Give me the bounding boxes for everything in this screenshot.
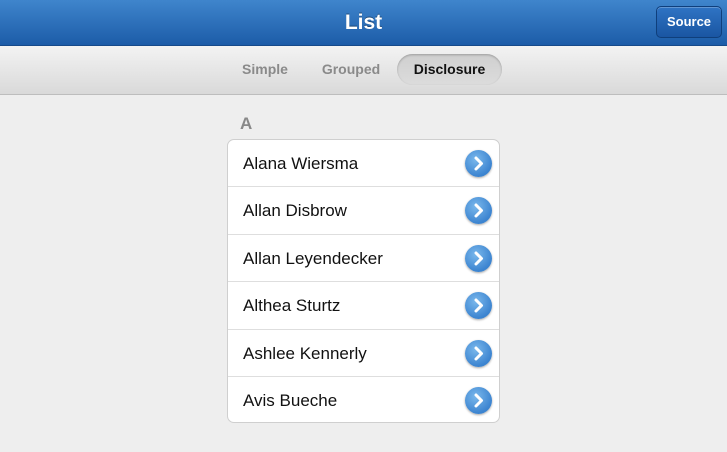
list-item-label: Althea Sturtz <box>243 296 341 316</box>
list-item-label: Alana Wiersma <box>243 154 359 173</box>
disclosure-chevron-icon[interactable] <box>465 244 492 272</box>
tab-simple[interactable]: Simple <box>230 54 300 85</box>
tab-disclosure[interactable]: Disclosure <box>397 54 502 85</box>
list-item[interactable]: Althea Sturtz <box>228 282 499 330</box>
section-header: A <box>240 114 253 133</box>
list-item[interactable]: Allan Leyendecker <box>228 235 499 283</box>
tab-grouped[interactable]: Grouped <box>310 54 392 85</box>
title-bar: List Source <box>0 0 727 46</box>
list-item-label: Allan Leyendecker <box>243 248 383 268</box>
list-item[interactable]: Alana Wiersma <box>228 140 499 188</box>
source-button[interactable]: Source <box>656 6 722 38</box>
disclosure-chevron-icon[interactable] <box>465 150 492 177</box>
disclosure-list: Alana Wiersma Allan Disbrow Allan Leyend… <box>227 139 500 423</box>
segmented-control: Simple Grouped Disclosure <box>0 46 727 95</box>
disclosure-chevron-icon[interactable] <box>465 197 492 225</box>
list-item-label: Allan Disbrow <box>243 201 347 221</box>
list-item-label: Avis Bueche <box>243 390 338 410</box>
list-item[interactable]: Ashlee Kennerly <box>228 330 499 377</box>
list-item[interactable]: Allan Disbrow <box>228 187 499 235</box>
disclosure-chevron-icon[interactable] <box>465 339 492 367</box>
list-item[interactable]: Avis Bueche <box>228 377 499 422</box>
list-item-label: Ashlee Kennerly <box>243 343 367 363</box>
disclosure-chevron-icon[interactable] <box>465 386 492 414</box>
disclosure-chevron-icon[interactable] <box>465 292 492 320</box>
page-title: List <box>344 11 383 34</box>
